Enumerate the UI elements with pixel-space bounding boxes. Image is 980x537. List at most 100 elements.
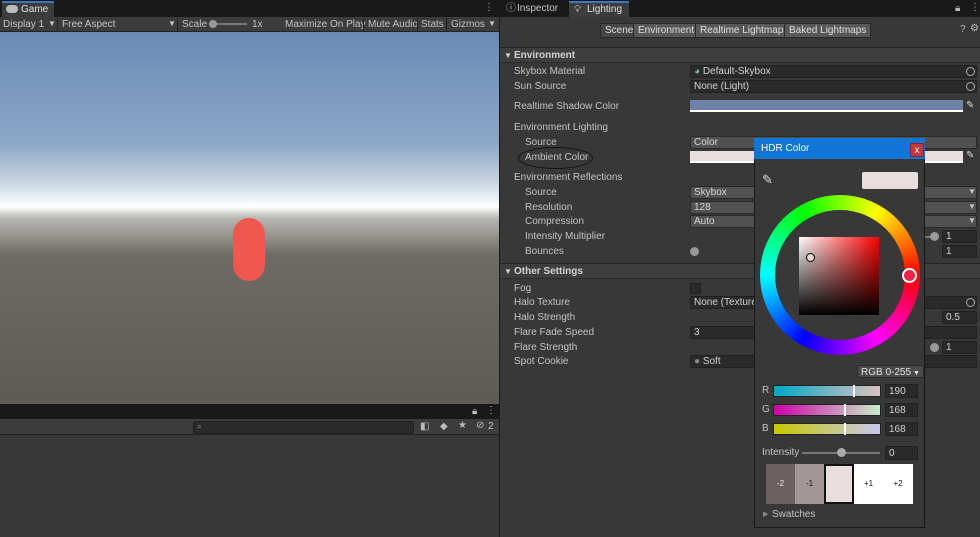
chevron-down-icon: ▼ xyxy=(968,202,976,211)
tab-environment[interactable]: Environment xyxy=(633,23,700,38)
red-channel-field[interactable]: 190 xyxy=(885,384,918,398)
foldout-arrow-icon: ▶ xyxy=(763,511,769,518)
shadow-color-swatch[interactable] xyxy=(690,100,963,112)
stats-toggle[interactable]: Stats xyxy=(421,17,444,32)
exposure-swatch-plus-1[interactable]: +1 xyxy=(854,464,883,504)
chevron-down-icon: ▼ xyxy=(488,19,496,28)
other-settings-header-label: Other Settings xyxy=(514,266,583,277)
capsule-object xyxy=(233,218,265,281)
halo-strength-label: Halo Strength xyxy=(514,312,576,323)
slider-marker[interactable] xyxy=(844,423,846,435)
chevron-down-icon: ▼ xyxy=(168,19,176,28)
more-options-icon[interactable]: ⋮ xyxy=(486,405,496,416)
color-mode-value: RGB 0-255 xyxy=(861,367,912,378)
environment-lighting-label: Environment Lighting xyxy=(514,122,608,133)
skybox-material-field[interactable]: ◕ Default-Skybox xyxy=(690,65,977,78)
star-icon[interactable]: ★ xyxy=(458,420,467,431)
saturation-value-handle[interactable] xyxy=(806,253,815,262)
slider-thumb[interactable] xyxy=(930,343,939,352)
blue-channel-slider[interactable] xyxy=(773,423,881,435)
flare-strength-label: Flare Strength xyxy=(514,342,578,353)
blue-channel-field[interactable]: 168 xyxy=(885,422,918,436)
environment-section-header[interactable]: ▼ Environment xyxy=(500,47,980,63)
slider-thumb[interactable] xyxy=(690,247,699,256)
tab-game-label: Game xyxy=(21,4,49,15)
sun-source-label: Sun Source xyxy=(514,81,567,92)
hdr-color-title: HDR Color xyxy=(754,138,925,159)
eyedropper-icon[interactable]: ✎ xyxy=(966,100,974,111)
search-input[interactable]: ⌕ xyxy=(193,421,414,434)
resolution-label: Resolution xyxy=(525,202,573,213)
intensity-multiplier-field[interactable]: 1 xyxy=(942,230,977,243)
green-channel-field[interactable]: 168 xyxy=(885,403,918,417)
slider-marker[interactable] xyxy=(853,385,855,397)
color-mode-dropdown[interactable]: RGB 0-255 ▼ xyxy=(857,365,924,378)
sun-source-field[interactable]: None (Light) xyxy=(690,80,977,93)
saturation-value-square[interactable] xyxy=(799,237,879,315)
hidden-objects-icon[interactable]: ⊘ xyxy=(476,420,484,431)
red-channel-slider[interactable] xyxy=(773,385,881,397)
environment-reflections-label: Environment Reflections xyxy=(514,172,623,183)
hierarchy-list xyxy=(0,435,499,537)
aspect-dropdown[interactable]: Free Aspect xyxy=(62,17,115,32)
eyedropper-icon[interactable]: ✎ xyxy=(762,172,773,188)
environment-header-label: Environment xyxy=(514,50,576,61)
intensity-field[interactable]: 0 xyxy=(885,446,918,460)
intensity-multiplier-label: Intensity Multiplier xyxy=(525,231,606,242)
color-preview-swatch xyxy=(862,172,918,189)
shadow-color-label: Realtime Shadow Color xyxy=(514,101,620,112)
bounces-field[interactable]: 1 xyxy=(942,245,977,258)
scale-label: Scale xyxy=(182,19,208,30)
object-picker-icon[interactable] xyxy=(966,298,975,307)
lock-icon[interactable]: 🔒︎ xyxy=(472,406,477,417)
help-icon[interactable]: ? xyxy=(960,24,966,35)
chevron-down-icon: ▼ xyxy=(968,187,976,196)
chevron-down-icon: ▼ xyxy=(968,216,976,225)
slider-thumb[interactable] xyxy=(837,448,846,457)
mute-audio-toggle[interactable]: Mute Audio xyxy=(368,17,418,32)
compression-label: Compression xyxy=(525,216,584,227)
red-channel-label: R xyxy=(762,385,770,396)
slider-thumb[interactable] xyxy=(930,232,939,241)
label-tag-icon[interactable]: ◆ xyxy=(440,421,448,432)
exposure-swatch-minus-2[interactable]: -2 xyxy=(766,464,795,504)
more-options-icon[interactable]: ⋮ xyxy=(970,2,980,13)
scale-value: 1x xyxy=(252,19,263,30)
eyedropper-icon[interactable]: ✎ xyxy=(966,150,974,161)
gear-icon[interactable]: ⚙ xyxy=(970,23,979,34)
blue-channel-label: B xyxy=(762,423,769,434)
scene-visibility-icon[interactable]: ◧ xyxy=(420,421,429,432)
gizmos-toggle[interactable]: Gizmos xyxy=(451,17,485,32)
tab-inspector-label: Inspector xyxy=(517,3,559,14)
green-channel-slider[interactable] xyxy=(773,404,881,416)
scale-slider-thumb[interactable] xyxy=(209,20,217,28)
skybox-material-value: Default-Skybox xyxy=(702,66,771,77)
flare-strength-field[interactable]: 1 xyxy=(942,341,977,354)
exposure-swatch-minus-1[interactable]: -1 xyxy=(795,464,824,504)
more-options-icon[interactable]: ⋮ xyxy=(484,2,494,13)
swatches-foldout[interactable]: Swatches xyxy=(772,509,815,520)
slider-marker[interactable] xyxy=(844,404,846,416)
tab-game[interactable]: Game xyxy=(2,1,54,17)
lock-icon[interactable]: 🔒︎ xyxy=(955,3,960,14)
skybox-material-label: Skybox Material xyxy=(514,66,586,77)
close-button[interactable]: x xyxy=(910,143,924,157)
green-channel-label: G xyxy=(762,404,770,415)
display-dropdown[interactable]: Display 1 xyxy=(3,17,44,32)
exposure-swatch-plus-2[interactable]: +2 xyxy=(883,464,913,504)
flare-fade-speed-label: Flare Fade Speed xyxy=(514,327,595,338)
object-picker-icon[interactable] xyxy=(966,82,975,91)
chevron-down-icon: ▼ xyxy=(911,370,920,377)
tab-inspector[interactable]: ⓘ Inspector xyxy=(503,1,566,17)
fog-checkbox[interactable] xyxy=(690,283,701,294)
maximize-on-play-toggle[interactable]: Maximize On Play xyxy=(285,17,366,32)
exposure-swatch-current[interactable] xyxy=(824,464,854,504)
object-picker-icon[interactable] xyxy=(966,67,975,76)
hue-handle[interactable] xyxy=(902,268,917,283)
tab-realtime-lightmaps[interactable]: Realtime Lightmaps xyxy=(695,23,794,38)
separator xyxy=(417,18,418,31)
halo-strength-field[interactable]: 0.5 xyxy=(942,311,977,324)
texture-icon: ● xyxy=(694,356,701,367)
tab-baked-lightmaps[interactable]: Baked Lightmaps xyxy=(784,23,872,38)
tab-lighting[interactable]: 💡︎ Lighting xyxy=(569,1,629,17)
